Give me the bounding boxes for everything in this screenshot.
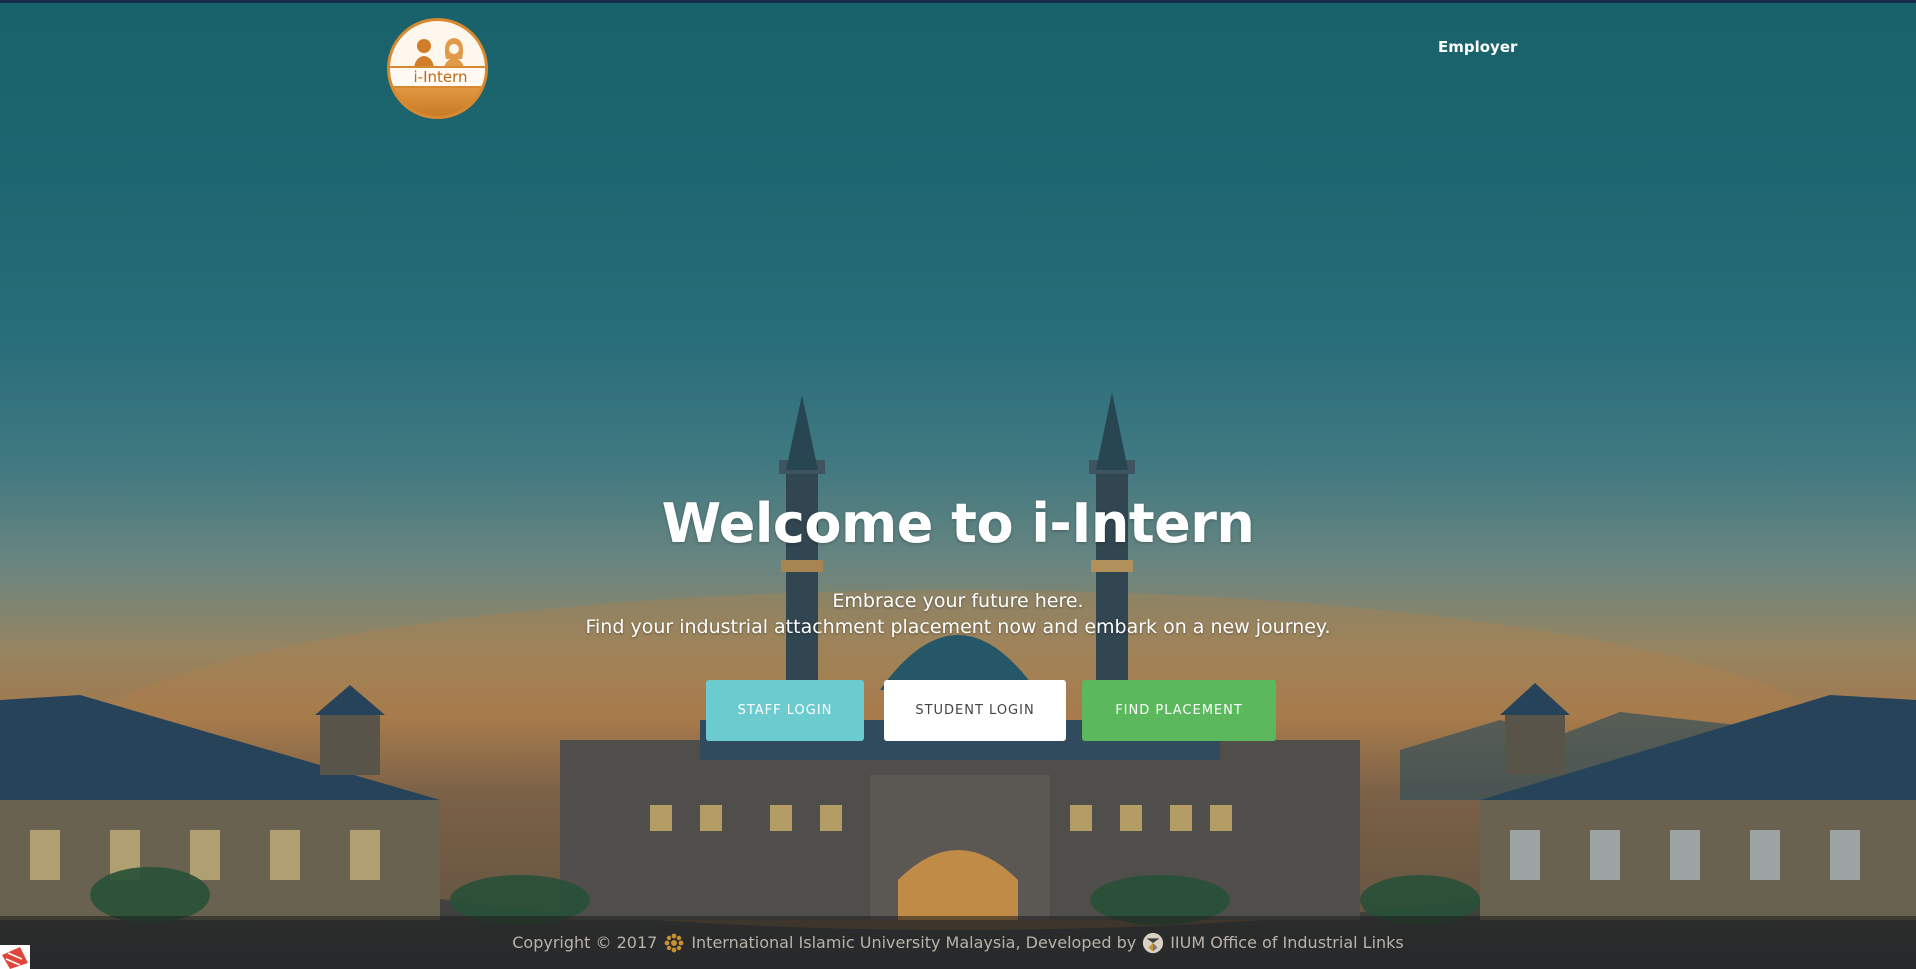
footer-university-text: International Islamic University Malaysi… <box>691 933 1137 952</box>
iium-emblem-icon <box>664 933 684 952</box>
hero-title: Welcome to i-Intern <box>661 492 1255 555</box>
background-dim-overlay <box>0 0 1916 969</box>
footer-office-text: IIUM Office of Industrial Links <box>1170 933 1404 952</box>
logo-text: i-Intern <box>413 68 468 86</box>
oil-logo-icon <box>1143 932 1164 953</box>
i-intern-logo[interactable]: i-Intern <box>387 18 488 119</box>
nav-employer-link[interactable]: Employer <box>1438 38 1517 56</box>
hero-subtitle-line-2: Find your industrial attachment placemen… <box>585 616 1331 638</box>
app-corner-icon[interactable] <box>0 945 30 969</box>
hero-subtitle-line-1: Embrace your future here. <box>832 590 1084 612</box>
hero-background <box>0 0 1916 969</box>
logo-text-band: i-Intern <box>390 66 485 88</box>
footer: Copyright © 2017 International Islamic U… <box>0 916 1916 969</box>
footer-copyright: Copyright © 2017 <box>512 933 658 952</box>
staff-login-button[interactable]: STAFF LOGIN <box>706 680 864 741</box>
student-login-button[interactable]: STUDENT LOGIN <box>884 680 1066 741</box>
find-placement-button[interactable]: FIND PLACEMENT <box>1082 680 1276 741</box>
